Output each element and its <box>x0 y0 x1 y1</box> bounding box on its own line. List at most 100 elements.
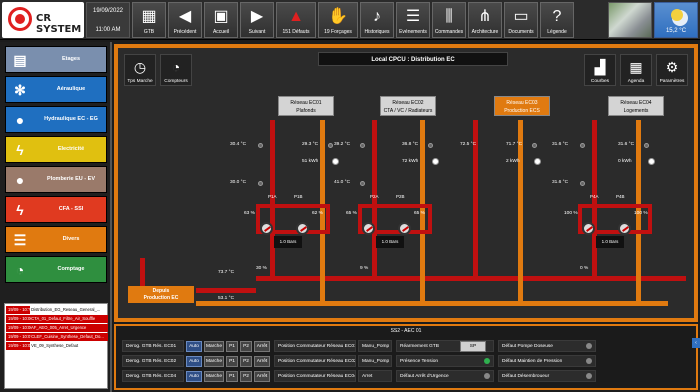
fault-indicator <box>586 373 592 379</box>
date: 19/09/2022 <box>92 8 124 14</box>
logo-icon <box>8 7 32 31</box>
ec04-valve: 0 % <box>580 266 589 271</box>
side-tab[interactable]: ‹ <box>692 338 700 348</box>
pump-p2a[interactable] <box>362 222 375 235</box>
architecture-button[interactable]: ⋔ Architecture <box>468 2 502 38</box>
ec01-temp-mix: 30.0 °C <box>230 180 247 185</box>
ec02-valve: 9 % <box>360 266 369 271</box>
arrow-right-icon: ▶ <box>250 8 264 25</box>
pump-p1b[interactable] <box>296 222 309 235</box>
gtb-button[interactable]: ▦ GTB <box>132 2 166 38</box>
nav-etages[interactable]: ▤ Etages <box>5 46 107 73</box>
defaults-button[interactable]: ▲ 151 Défauts <box>276 2 316 38</box>
network-ec02[interactable]: Réseau EC02 CTA / VC / Radiateurs <box>380 96 436 116</box>
mode-arret-button[interactable]: Arrêt <box>254 371 270 382</box>
mode-marche-button[interactable]: Marche <box>204 356 224 367</box>
settings-icon: ⚙ <box>665 59 679 75</box>
nav-aeraulique[interactable]: ✻ Aéraulique <box>5 76 107 103</box>
nav-plomberie[interactable]: ● Plomberie EU - EV <box>5 166 107 193</box>
switch-label: Position Commutateur Réseau EC01 <box>274 340 356 352</box>
alarm-item[interactable]: 19/09 - 10:00 AF_AEO_005_Arret_Urgence <box>6 324 108 332</box>
mode-auto-button[interactable]: Auto <box>186 356 202 367</box>
pump-p4a[interactable] <box>582 222 595 235</box>
fault-indicator <box>586 358 592 364</box>
power-presence-label: Présence Tension <box>396 355 494 367</box>
nav-divers[interactable]: ☰ Divers <box>5 226 107 253</box>
nav-electricite[interactable]: ϟ Electricité <box>5 136 107 163</box>
list-icon: ☰ <box>13 232 27 248</box>
switch-value: Manu_Pomp <box>358 340 392 352</box>
mode-p2-button[interactable]: P2 <box>240 371 252 382</box>
sensor-dot <box>580 143 585 148</box>
alarm-item[interactable]: 19/09 - 10:?? Distribution_EG_Reseau_Gen… <box>6 306 108 314</box>
drop-icon: ● <box>15 172 25 188</box>
ec03-temp-return: 71.7 °C <box>506 142 523 147</box>
sensor-dot <box>258 143 263 148</box>
emergency-stop-label: Défaut Arrêt d'Urgence <box>396 370 494 382</box>
overrides-button[interactable]: ✋ 19 Forçages <box>318 2 358 38</box>
ec02-pressure: 1.0 Bars <box>376 236 404 248</box>
mode-p2-button[interactable]: P2 <box>240 356 252 367</box>
mode-marche-button[interactable]: Marche <box>204 341 224 352</box>
mode-p2-button[interactable]: P2 <box>240 341 252 352</box>
fault-label: Défaut Maintien de Pression <box>498 355 596 367</box>
network-ec04[interactable]: Réseau EC04 Logements <box>608 96 664 116</box>
folder-icon: ▭ <box>513 8 529 25</box>
reset-button[interactable]: SP <box>460 341 486 352</box>
fault-label: Défaut Désembroueur <box>498 370 596 382</box>
alarm-list: 19/09 - 10:?? Distribution_EG_Reseau_Gen… <box>4 303 108 389</box>
settings-button[interactable]: ⚙ Paramètres <box>656 54 688 86</box>
mode-arret-button[interactable]: Arrêt <box>254 356 270 367</box>
pump-p4b[interactable] <box>618 222 631 235</box>
ec04-pump-a-speed: 100 % <box>564 211 578 216</box>
documents-button[interactable]: ▭ Documents <box>504 2 538 38</box>
network-ec03[interactable]: Réseau EC03 Production ECS <box>494 96 550 116</box>
mode-auto-button[interactable]: Auto <box>186 341 202 352</box>
ec04-temp-return: 31.6 °C <box>618 142 635 147</box>
power-presence-indicator <box>484 358 490 364</box>
mode-arret-button[interactable]: Arrêt <box>254 341 270 352</box>
energy-meter-icon[interactable] <box>534 158 541 165</box>
agenda-button[interactable]: ▦ Agenda <box>620 54 652 86</box>
chart-icon: ▟ <box>594 59 606 75</box>
hand-icon: ✋ <box>328 8 348 25</box>
alarm-item[interactable]: 19/09 - 10:07 CLEF_Cuisine_Synthese_Defa… <box>6 333 108 341</box>
counters-button[interactable]: ◔ Compteurs <box>160 54 192 86</box>
curves-button[interactable]: ▟ Courbes <box>584 54 616 86</box>
legend-button[interactable]: ? Légende <box>540 2 574 38</box>
datetime: 19/09/2022 11:00 AM <box>86 2 130 38</box>
nav-hydraulique[interactable]: ● Hydraulique EC - EG <box>5 106 107 133</box>
events-button[interactable]: ☰ Evénements <box>396 2 430 38</box>
energy-meter-icon[interactable] <box>432 158 439 165</box>
run-time-button[interactable]: ◷ Tps Marche <box>124 54 156 86</box>
sensor-dot <box>644 143 649 148</box>
nav-cfa-ssi[interactable]: ϟ CFA - SSI <box>5 196 107 223</box>
network-icon: ⋔ <box>478 8 492 25</box>
previous-button[interactable]: ◀ Précédent <box>168 2 202 38</box>
mode-p1-button[interactable]: P1 <box>226 356 238 367</box>
alarm-item[interactable]: 19/09 - 10:00 CTA_01_Defaut_Filtre_Air_S… <box>6 315 108 323</box>
pump-p2b[interactable] <box>398 222 411 235</box>
commands-button[interactable]: ⫼ Commandes <box>432 2 466 38</box>
production-source[interactable]: Depuis Production EC <box>128 286 194 303</box>
mode-p1-button[interactable]: P1 <box>226 371 238 382</box>
home-button[interactable]: ▣ Accueil <box>204 2 238 38</box>
pump-label: P2A <box>370 194 379 199</box>
alarm-item[interactable]: 19/09 - 10:07 VE_09_Synthese_Defaut <box>6 342 108 350</box>
sensor-dot <box>258 181 263 186</box>
energy-meter-icon[interactable] <box>332 158 339 165</box>
pump-p1a[interactable] <box>260 222 273 235</box>
sensor-dot <box>532 143 537 148</box>
network-ec01[interactable]: Réseau EC01 Plafonds <box>278 96 334 116</box>
energy-meter-icon[interactable] <box>648 158 655 165</box>
gauge-icon: ◔ <box>171 59 181 75</box>
ec01-pressure: 1.0 Bars <box>274 236 302 248</box>
history-button[interactable]: ♪ Historiques <box>360 2 394 38</box>
ec02-pump-a-speed: 65 % <box>346 211 357 216</box>
mode-p1-button[interactable]: P1 <box>226 341 238 352</box>
time: 11:00 AM <box>95 27 121 33</box>
mode-marche-button[interactable]: Marche <box>204 371 224 382</box>
mode-auto-button[interactable]: Auto <box>186 371 202 382</box>
next-button[interactable]: ▶ Suivant <box>240 2 274 38</box>
nav-comptage[interactable]: ◔ Comptage <box>5 256 107 283</box>
